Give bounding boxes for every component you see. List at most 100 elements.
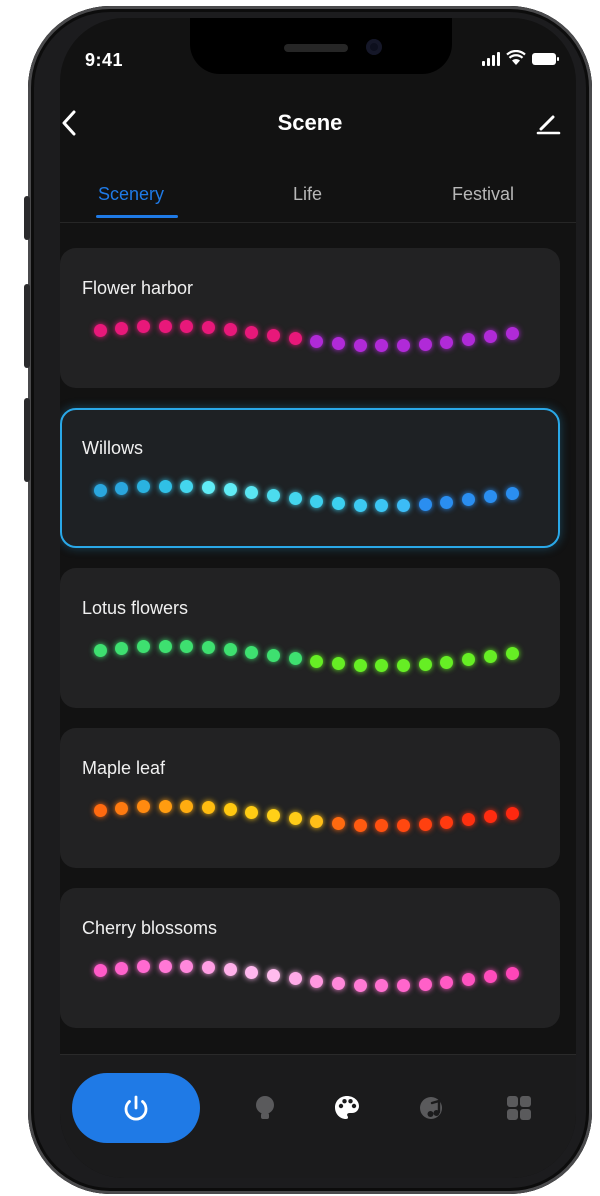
color-dot: [115, 801, 129, 815]
scene-color-preview: [60, 798, 560, 838]
scene-color-preview: [60, 638, 560, 678]
bulb-icon[interactable]: [250, 1093, 280, 1123]
color-dot: [93, 804, 107, 818]
color-dot: [332, 337, 346, 351]
color-dot: [201, 960, 215, 974]
color-dot: [136, 960, 150, 974]
scene-name: Lotus flowers: [82, 598, 189, 618]
app-screen: 9:41 Scene Scenery Life Festival Flower …: [60, 18, 576, 1178]
color-dot: [245, 965, 259, 979]
color-dot: [505, 967, 519, 981]
edit-icon[interactable]: [534, 108, 562, 138]
color-dot: [440, 655, 454, 669]
color-dot: [375, 499, 389, 513]
color-dot: [483, 650, 497, 664]
color-dot: [353, 338, 367, 352]
scene-name: Willows: [82, 438, 143, 458]
color-dot: [288, 971, 302, 985]
scene-color-preview: [60, 318, 560, 358]
battery-icon: [532, 53, 559, 65]
scene-card[interactable]: Cherry blossoms: [60, 888, 560, 1028]
status-icons: [482, 50, 559, 66]
tab-life[interactable]: Life: [293, 184, 322, 205]
color-dot: [136, 800, 150, 814]
color-dot: [375, 659, 389, 673]
tab-scenery[interactable]: Scenery: [98, 184, 164, 205]
bottom-nav: [60, 1054, 576, 1178]
color-dot: [288, 331, 302, 345]
music-icon[interactable]: [418, 1093, 448, 1123]
color-dot: [440, 815, 454, 829]
color-dot: [353, 658, 367, 672]
color-dot: [158, 639, 172, 653]
color-dot: [418, 978, 432, 992]
color-dot: [115, 641, 129, 655]
color-dot: [310, 974, 324, 988]
color-dot: [115, 481, 129, 495]
color-dot: [397, 339, 411, 353]
color-dot: [440, 495, 454, 509]
color-dot: [397, 979, 411, 993]
color-dot: [245, 645, 259, 659]
color-dot: [288, 491, 302, 505]
status-time: 9:41: [85, 50, 124, 70]
volume-up-button: [24, 284, 30, 368]
wifi-icon: [506, 50, 526, 65]
power-button[interactable]: [72, 1073, 200, 1143]
color-dot: [288, 651, 302, 665]
color-dot: [266, 328, 280, 342]
color-dot: [332, 657, 346, 671]
scene-name: Cherry blossoms: [82, 918, 218, 938]
color-dot: [332, 497, 346, 511]
color-dot: [201, 480, 215, 494]
color-dot: [418, 338, 432, 352]
mute-switch: [24, 196, 30, 240]
color-dot: [158, 319, 172, 333]
color-dot: [136, 640, 150, 654]
speaker-grille: [284, 44, 348, 52]
color-dot: [483, 810, 497, 824]
color-dot: [418, 658, 432, 672]
color-dot: [505, 647, 519, 661]
color-dot: [332, 977, 346, 991]
scene-card[interactable]: Lotus flowers: [60, 568, 560, 708]
color-dot: [288, 811, 302, 825]
color-dot: [418, 818, 432, 832]
color-dot: [93, 964, 107, 978]
color-dot: [505, 327, 519, 341]
scene-card[interactable]: Flower harbor: [60, 248, 560, 388]
scene-card[interactable]: Willows: [60, 408, 560, 548]
color-dot: [310, 494, 324, 508]
scene-card[interactable]: Maple leaf: [60, 728, 560, 868]
color-dot: [266, 488, 280, 502]
color-dot: [483, 330, 497, 344]
palette-icon[interactable]: [332, 1093, 362, 1123]
color-dot: [310, 654, 324, 668]
color-dot: [462, 493, 476, 507]
color-dot: [180, 639, 194, 653]
color-dot: [245, 805, 259, 819]
color-dot: [115, 961, 129, 975]
color-dot: [136, 320, 150, 334]
color-dot: [353, 498, 367, 512]
scene-name: Flower harbor: [82, 278, 194, 298]
color-dot: [245, 325, 259, 339]
color-dot: [115, 321, 129, 335]
color-dot: [223, 643, 237, 656]
grid-icon[interactable]: [504, 1093, 534, 1123]
color-dot: [180, 959, 194, 973]
color-dot: [375, 339, 389, 353]
color-dot: [93, 644, 107, 658]
color-dot: [158, 799, 172, 813]
color-dot: [201, 800, 215, 814]
color-dot: [158, 959, 172, 973]
tab-festival[interactable]: Festival: [452, 184, 514, 205]
color-dot: [397, 499, 411, 513]
color-dot: [462, 333, 476, 347]
front-camera: [366, 39, 382, 55]
color-dot: [462, 813, 476, 827]
color-dot: [310, 334, 324, 348]
color-dot: [505, 487, 519, 501]
color-dot: [93, 324, 107, 338]
color-dot: [483, 970, 497, 984]
